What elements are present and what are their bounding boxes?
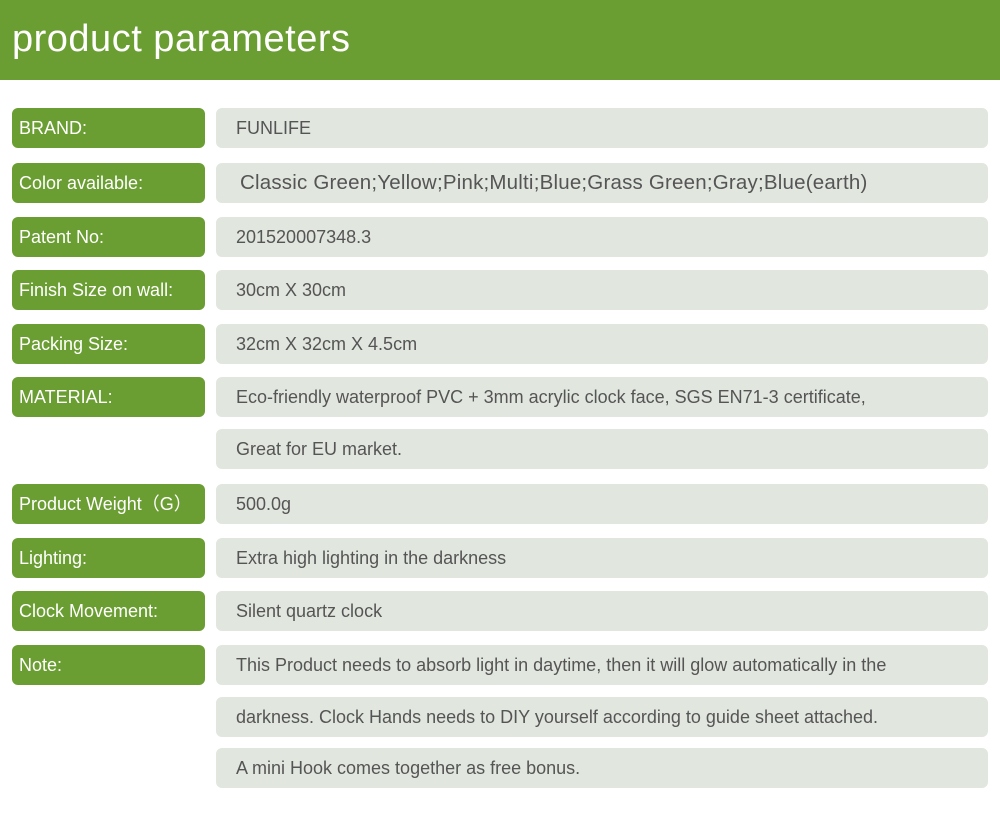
patent-label: Patent No: (12, 217, 205, 257)
packing-size-label: Packing Size: (12, 324, 205, 364)
brand-value: FUNLIFE (216, 108, 988, 148)
note-value-line-1: This Product needs to absorb light in da… (216, 645, 988, 685)
lighting-label: Lighting: (12, 538, 205, 578)
movement-label: Clock Movement: (12, 591, 205, 631)
note-value-line-3: A mini Hook comes together as free bonus… (216, 748, 988, 788)
material-value-line-1: Eco-friendly waterproof PVC + 3mm acryli… (216, 377, 988, 417)
finish-size-label: Finish Size on wall: (12, 270, 205, 310)
note-label: Note: (12, 645, 205, 685)
patent-value: 201520007348.3 (216, 217, 988, 257)
lighting-value: Extra high lighting in the darkness (216, 538, 988, 578)
weight-label: Product Weight（G） (12, 484, 205, 524)
movement-value: Silent quartz clock (216, 591, 988, 631)
header-banner: product parameters (0, 0, 1000, 80)
weight-value: 500.0g (216, 484, 988, 524)
material-label: MATERIAL: (12, 377, 205, 417)
color-value: Classic Green;Yellow;Pink;Multi;Blue;Gra… (216, 163, 988, 203)
finish-size-value: 30cm X 30cm (216, 270, 988, 310)
packing-size-value: 32cm X 32cm X 4.5cm (216, 324, 988, 364)
material-value-line-2: Great for EU market. (216, 429, 988, 469)
color-label: Color available: (12, 163, 205, 203)
page-title: product parameters (12, 18, 351, 60)
note-value-line-2: darkness. Clock Hands needs to DIY yours… (216, 697, 988, 737)
brand-label: BRAND: (12, 108, 205, 148)
